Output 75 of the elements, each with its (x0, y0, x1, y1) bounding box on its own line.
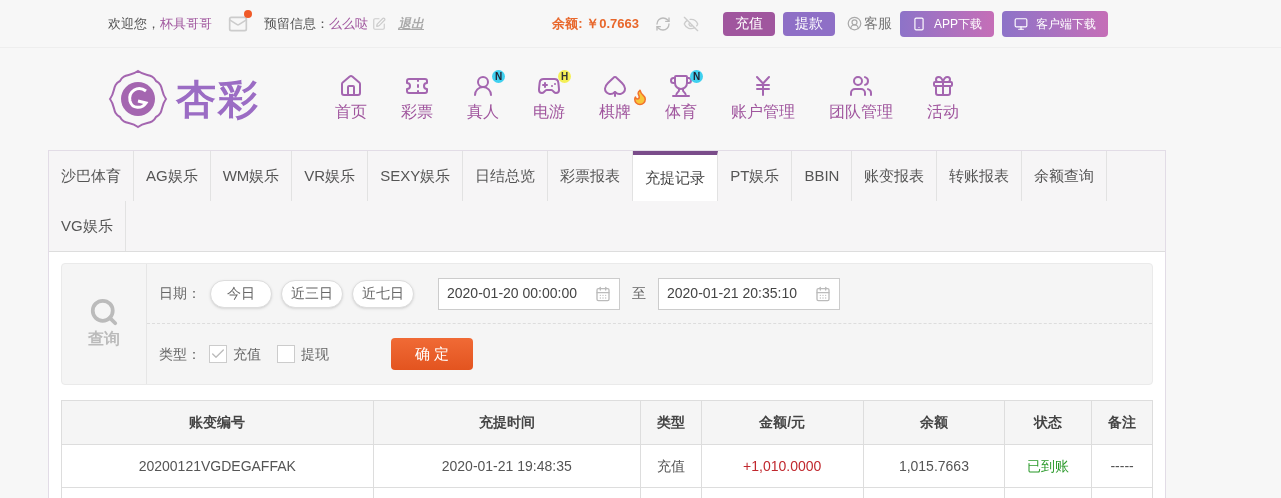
nav-item[interactable]: 团队管理 (817, 74, 905, 124)
column-header: 类型 (640, 400, 702, 445)
nav-badge: N (690, 70, 703, 83)
report-tab[interactable]: AG娱乐 (134, 151, 211, 201)
date-label: 日期： (159, 284, 201, 303)
phone-icon (912, 16, 926, 31)
report-tab[interactable]: BBIN (792, 151, 853, 201)
gift-icon (931, 74, 955, 98)
edit-icon[interactable] (372, 16, 386, 31)
person-icon (471, 74, 495, 98)
report-tab[interactable]: 充提记录 (633, 151, 719, 201)
hide-icon[interactable] (683, 15, 699, 32)
calendar-icon[interactable] (595, 285, 611, 302)
table-cell: +1,010.0000 (701, 444, 864, 488)
checkbox[interactable] (277, 345, 295, 363)
nav-item[interactable]: 活动 (915, 74, 971, 124)
calendar-icon[interactable] (815, 285, 831, 302)
people-icon (849, 74, 873, 98)
reserved-info-label: 预留信息： (264, 14, 329, 33)
reserved-info-value: 么么哒 (329, 14, 368, 33)
end-date-field[interactable]: 2020-01-21 20:35:10 (658, 277, 840, 310)
table-cell: 已到账 (1004, 444, 1092, 488)
nav-item[interactable]: 账户管理 (719, 74, 807, 124)
checkbox[interactable] (209, 345, 227, 363)
search-icon (89, 297, 119, 327)
nav-item[interactable]: 首页 (323, 74, 379, 124)
spade-icon (603, 74, 627, 98)
refresh-icon[interactable] (655, 15, 671, 32)
column-header: 状态 (1004, 400, 1092, 445)
logo-icon (108, 69, 168, 129)
username: 杯具哥哥 (160, 14, 212, 33)
table-cell: 2020-01-21 19:48:35 (373, 444, 641, 488)
nav-badge: H (558, 70, 571, 83)
nav-item[interactable]: 棋牌 (587, 74, 643, 124)
column-header: 账变编号 (61, 400, 374, 445)
report-tab[interactable]: WM娱乐 (210, 151, 293, 201)
withdraw-button[interactable]: 提款 (783, 11, 835, 36)
house-icon (339, 74, 363, 98)
column-header: 充提时间 (373, 400, 641, 445)
support-link[interactable]: 客服 (864, 13, 892, 34)
logo-text: 杏彩 (176, 76, 260, 123)
query-label: 查询 (88, 329, 120, 349)
report-tab[interactable]: 沙巴体育 (49, 151, 134, 201)
date-range-button[interactable]: 近七日 (352, 279, 414, 308)
support-icon[interactable] (847, 16, 862, 31)
table-cell: 充值 (640, 444, 702, 488)
column-header: 金额/元 (701, 400, 864, 445)
type-label: 类型： (159, 344, 201, 364)
nav-item[interactable]: 彩票 (389, 74, 445, 124)
deposit-button[interactable]: 充值 (723, 11, 775, 36)
table-cell: 1,015.7663 (863, 444, 1005, 488)
to-label: 至 (632, 284, 646, 303)
type-option-label: 提现 (301, 344, 329, 364)
table-cell: 20200121VGDEGAFFAK (61, 444, 374, 488)
client-download-button[interactable]: 客户端下载 (1002, 10, 1108, 37)
date-range-button[interactable]: 今日 (210, 279, 272, 308)
report-tab[interactable]: 余额查询 (1022, 151, 1108, 201)
report-tab[interactable]: PT娱乐 (718, 151, 793, 201)
report-tab[interactable]: SEXY娱乐 (368, 151, 464, 201)
report-tab[interactable]: 日结总览 (463, 151, 549, 201)
start-date-field[interactable]: 2020-01-20 00:00:00 (438, 277, 620, 310)
table-cell: ----- (1091, 444, 1153, 488)
report-tab[interactable]: VG娱乐 (49, 201, 126, 251)
type-option-label: 充值 (233, 344, 261, 364)
monitor-icon (1014, 16, 1028, 31)
balance-text: 余额: ￥0.7663 (552, 14, 639, 33)
date-range-button[interactable]: 近三日 (281, 279, 343, 308)
report-tab[interactable]: 账变报表 (852, 151, 938, 201)
trophy-icon (669, 74, 693, 98)
column-header: 余额 (863, 400, 1005, 445)
welcome-label: 欢迎您， (108, 14, 160, 33)
report-tab[interactable]: VR娱乐 (292, 151, 369, 201)
nav-badge: N (492, 70, 505, 83)
report-tab[interactable]: 转账报表 (937, 151, 1023, 201)
column-header: 备注 (1091, 400, 1153, 445)
